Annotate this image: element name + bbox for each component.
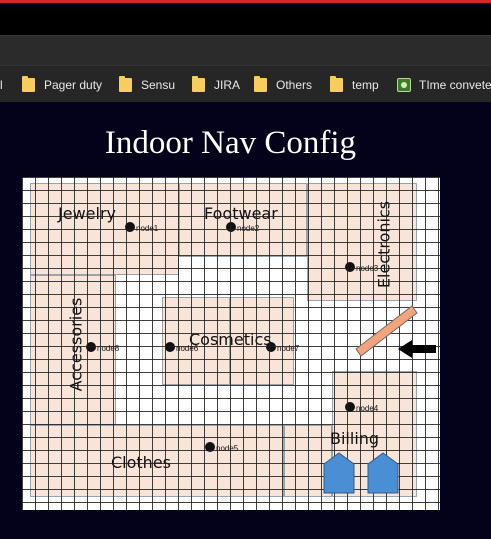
folder-icon xyxy=(330,76,343,92)
bookmark-others[interactable]: Others xyxy=(254,75,312,95)
bookmark-label: JIRA xyxy=(214,78,241,92)
page-title: Indoor Nav Config xyxy=(104,125,357,161)
bookmark-label: l xyxy=(0,78,3,92)
bookmark-time-converter[interactable]: TIme convete xyxy=(397,75,491,95)
browser-titlebar xyxy=(0,3,491,35)
floor-overlay xyxy=(323,305,436,494)
browser-tab-strip xyxy=(0,35,491,65)
folder-icon xyxy=(119,76,132,92)
entrance-arrow-icon xyxy=(398,340,436,358)
site-favicon-icon xyxy=(397,78,411,92)
bookmark-sensu[interactable]: Sensu xyxy=(119,75,175,95)
billing-counter-left xyxy=(323,452,355,494)
bookmark-jira[interactable]: JIRA xyxy=(192,75,240,95)
bookmark-label: Pager duty xyxy=(44,78,103,92)
bookmark-label: TIme convete xyxy=(419,78,491,92)
billing-counter-right xyxy=(367,452,399,494)
folder-icon xyxy=(192,76,205,92)
bookmark-label: Sensu xyxy=(141,78,176,92)
folder-icon xyxy=(22,76,35,92)
bookmark-pager-duty[interactable]: Pager duty xyxy=(22,75,102,95)
bookmark-temp[interactable]: temp xyxy=(330,75,379,95)
bookmark-label: Others xyxy=(276,78,313,92)
bookmark-partial[interactable]: l xyxy=(0,75,3,95)
folder-icon xyxy=(254,76,267,92)
bookmark-label: temp xyxy=(352,78,379,92)
floor-plan-canvas[interactable]: Jewelry Footwear Electronics Accessories… xyxy=(22,177,440,510)
bookmarks-bar: l Pager duty Sensu JIRA Others temp TIme… xyxy=(0,65,491,102)
